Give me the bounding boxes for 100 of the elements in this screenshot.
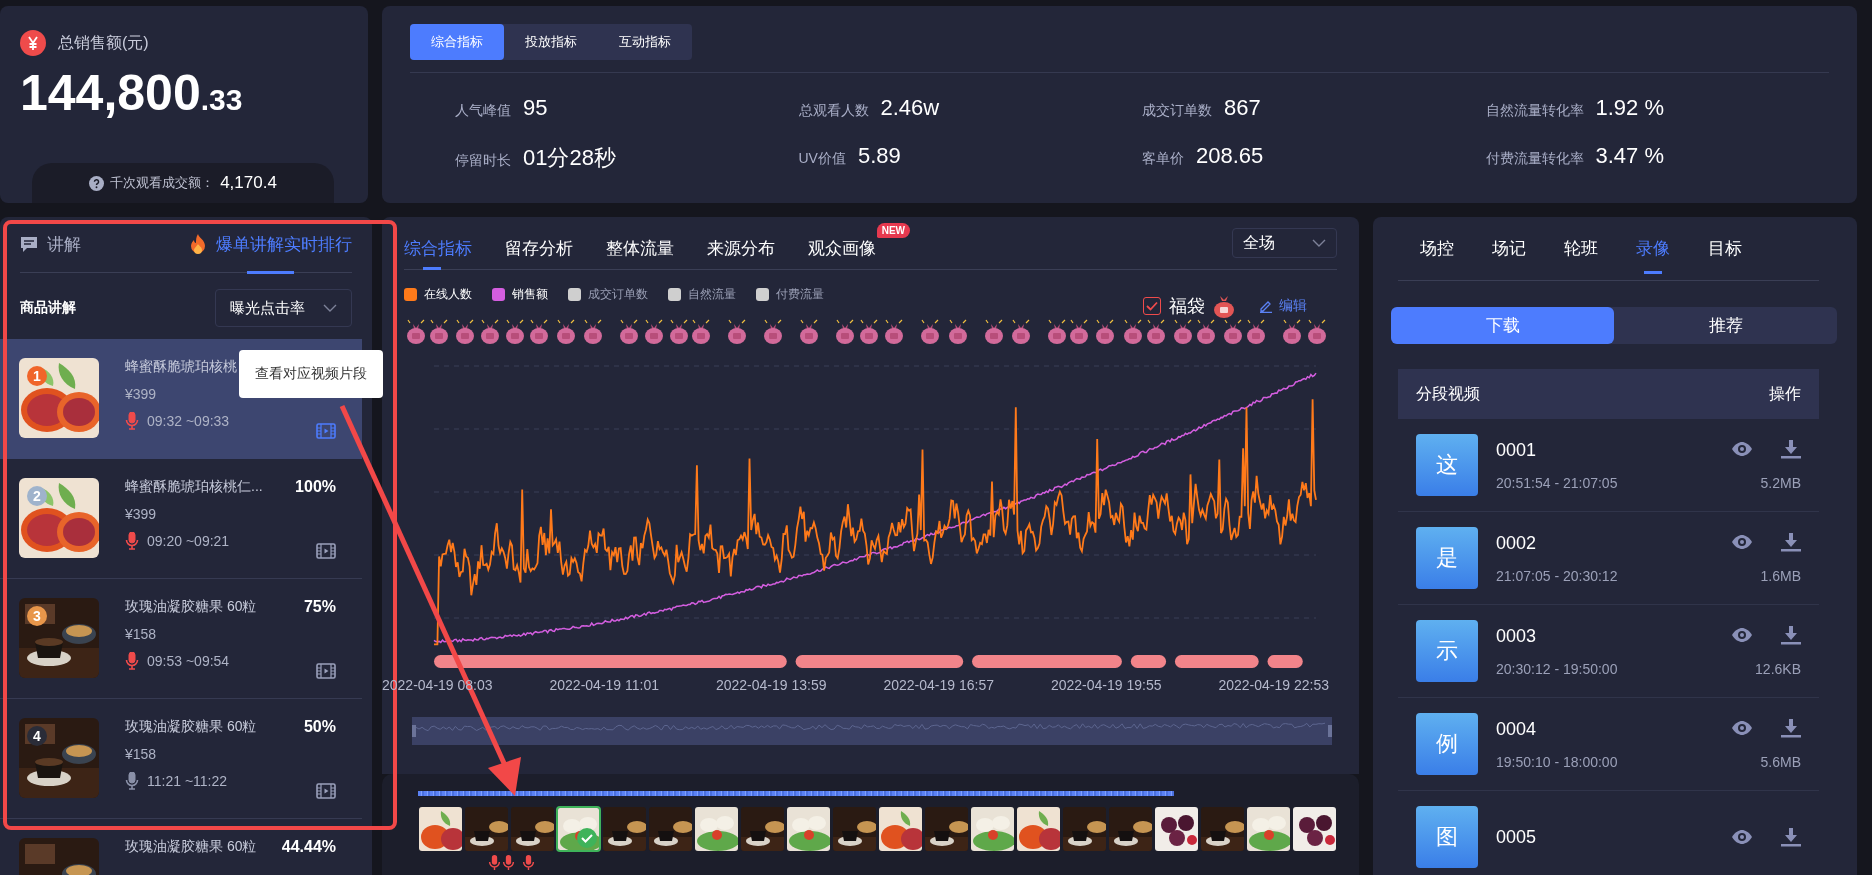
panel-tab[interactable]: 讲解 — [20, 231, 81, 274]
edit-link[interactable]: 编辑 — [1259, 297, 1307, 315]
video-clip[interactable] — [1200, 806, 1246, 852]
legend-item[interactable]: 成交订单数 — [568, 286, 648, 303]
panel-tab[interactable]: 录像 — [1636, 237, 1670, 274]
video-clip[interactable] — [832, 806, 878, 852]
film-icon[interactable] — [316, 663, 336, 679]
product-name: 蜂蜜酥脆琥珀核桃 — [125, 358, 237, 376]
video-time: 21:07:05 - 20:30:12 — [1496, 567, 1619, 584]
segment-button[interactable]: 推荐 — [1614, 307, 1837, 344]
panel-tab[interactable]: 目标 — [1708, 237, 1742, 274]
download-icon[interactable] — [1781, 827, 1801, 847]
legend-item[interactable]: 自然流量 — [668, 286, 736, 303]
video-avatar: 是 — [1416, 527, 1478, 589]
metric-tab[interactable]: 投放指标 — [504, 24, 598, 60]
video-clip[interactable] — [1154, 806, 1200, 852]
metric-label: 停留时长 — [455, 152, 511, 170]
product-item[interactable]: 玫瑰油凝胶糖果 60粒 44.44% — [0, 819, 362, 875]
video-time: 20:51:54 - 21:07:05 — [1496, 474, 1619, 491]
video-clip[interactable] — [694, 806, 740, 852]
sales-title: 总销售额(元) — [58, 32, 149, 53]
panel-tab[interactable]: 场记 — [1492, 237, 1526, 274]
video-clip[interactable] — [924, 806, 970, 852]
video-clip[interactable] — [464, 806, 509, 852]
product-percent: 50% — [303, 718, 336, 736]
eye-icon[interactable] — [1731, 535, 1753, 549]
download-icon[interactable] — [1781, 532, 1801, 552]
eye-icon[interactable] — [1731, 830, 1753, 844]
video-clip[interactable] — [1062, 806, 1108, 852]
video-name: 0003 — [1496, 625, 1538, 647]
checkbox[interactable] — [1143, 297, 1161, 315]
metric-value: 95 — [523, 95, 548, 121]
metric-label: 总观看人数 — [798, 102, 869, 120]
metric-label: 付费流量转化率 — [1485, 150, 1584, 168]
metric-tab[interactable]: 互动指标 — [598, 24, 692, 60]
column-header: 操作 — [1769, 383, 1801, 404]
eye-icon[interactable] — [1731, 721, 1753, 735]
panel-tab[interactable]: 轮班 — [1564, 237, 1598, 274]
legend-item[interactable]: 在线人数 — [404, 286, 472, 303]
product-name: 玫瑰油凝胶糖果 60粒 — [125, 718, 257, 736]
video-clip[interactable] — [1108, 806, 1154, 852]
new-badge: NEW — [876, 223, 910, 238]
legend-item[interactable]: 销售额 — [492, 286, 548, 303]
video-clip[interactable] — [510, 806, 555, 852]
download-icon[interactable] — [1781, 439, 1801, 459]
range-select[interactable]: 全场 — [1232, 228, 1337, 258]
video-name: 0001 — [1496, 439, 1538, 461]
metric-tab[interactable]: 综合指标 — [410, 24, 504, 60]
product-percent: 100% — [295, 478, 336, 496]
filter-label: 商品讲解 — [20, 299, 76, 317]
product-item[interactable]: 3 玫瑰油凝胶糖果 60粒 ¥158 09:53 ~09:54 75% — [0, 579, 362, 699]
video-clip[interactable] — [1292, 806, 1338, 852]
legend-item[interactable]: 付费流量 — [756, 286, 824, 303]
axis-label: 2022-04-19 16:57 — [883, 677, 994, 693]
video-avatar: 示 — [1416, 620, 1478, 682]
metric-value: 208.65 — [1196, 143, 1264, 169]
video-time: 20:30:12 - 19:50:00 — [1496, 660, 1619, 677]
panel-tab[interactable]: 爆单讲解实时排行 — [189, 231, 352, 274]
video-clip[interactable] — [786, 806, 832, 852]
chart-tab[interactable]: 来源分布 — [707, 237, 775, 270]
download-icon[interactable] — [1781, 718, 1801, 738]
video-clip[interactable] — [970, 806, 1016, 852]
film-icon[interactable] — [316, 543, 336, 559]
metric-value: 3.47 % — [1595, 143, 1664, 169]
video-clip[interactable] — [602, 806, 648, 852]
video-clip[interactable] — [648, 806, 694, 852]
product-time: 11:21 ~11:22 — [147, 773, 228, 789]
video-clip[interactable] — [1246, 806, 1292, 852]
axis-label: 2022-04-19 19:55 — [1050, 677, 1162, 693]
download-icon[interactable] — [1781, 625, 1801, 645]
chart-tab[interactable]: 综合指标 — [404, 237, 472, 270]
video-name: 0004 — [1496, 718, 1538, 740]
column-header: 分段视频 — [1416, 383, 1480, 404]
product-item[interactable]: 4 玫瑰油凝胶糖果 60粒 ¥158 11:21 ~11:22 50% — [0, 699, 362, 819]
money-bag-icon — [1213, 294, 1235, 318]
per-thousand-value: 4,170.4 — [220, 173, 277, 193]
chart-tab[interactable]: 留存分析 — [505, 237, 573, 270]
film-icon[interactable] — [316, 783, 336, 799]
metric-label: UV价值 — [798, 150, 846, 168]
chart-tab[interactable]: 整体流量 — [606, 237, 674, 270]
chevron-down-icon — [323, 304, 337, 312]
eye-icon[interactable] — [1731, 442, 1753, 456]
microphone-icon — [488, 855, 501, 871]
eye-icon[interactable] — [1731, 628, 1753, 642]
chevron-down-icon — [1312, 239, 1326, 247]
video-clip[interactable] — [418, 806, 463, 852]
file-size: 12.6KB — [1755, 661, 1801, 677]
help-icon[interactable] — [89, 175, 105, 191]
segment-button[interactable]: 下载 — [1391, 307, 1614, 344]
video-clip[interactable] — [878, 806, 924, 852]
sort-select[interactable]: 曝光点击率 — [215, 289, 352, 327]
panel-tab[interactable]: 场控 — [1420, 237, 1454, 274]
video-clip[interactable] — [556, 806, 602, 852]
product-item[interactable]: 2 蜂蜜酥脆琥珀核桃仁... ¥399 09:20 ~09:21 100% — [0, 459, 362, 579]
video-clip[interactable] — [1016, 806, 1062, 852]
check-icon — [577, 828, 598, 848]
product-price: ¥399 — [125, 386, 158, 402]
axis-label: 2022-04-19 22:53 — [1218, 677, 1329, 693]
lucky-bag-label: 福袋 — [1169, 295, 1205, 318]
video-clip[interactable] — [740, 806, 786, 852]
